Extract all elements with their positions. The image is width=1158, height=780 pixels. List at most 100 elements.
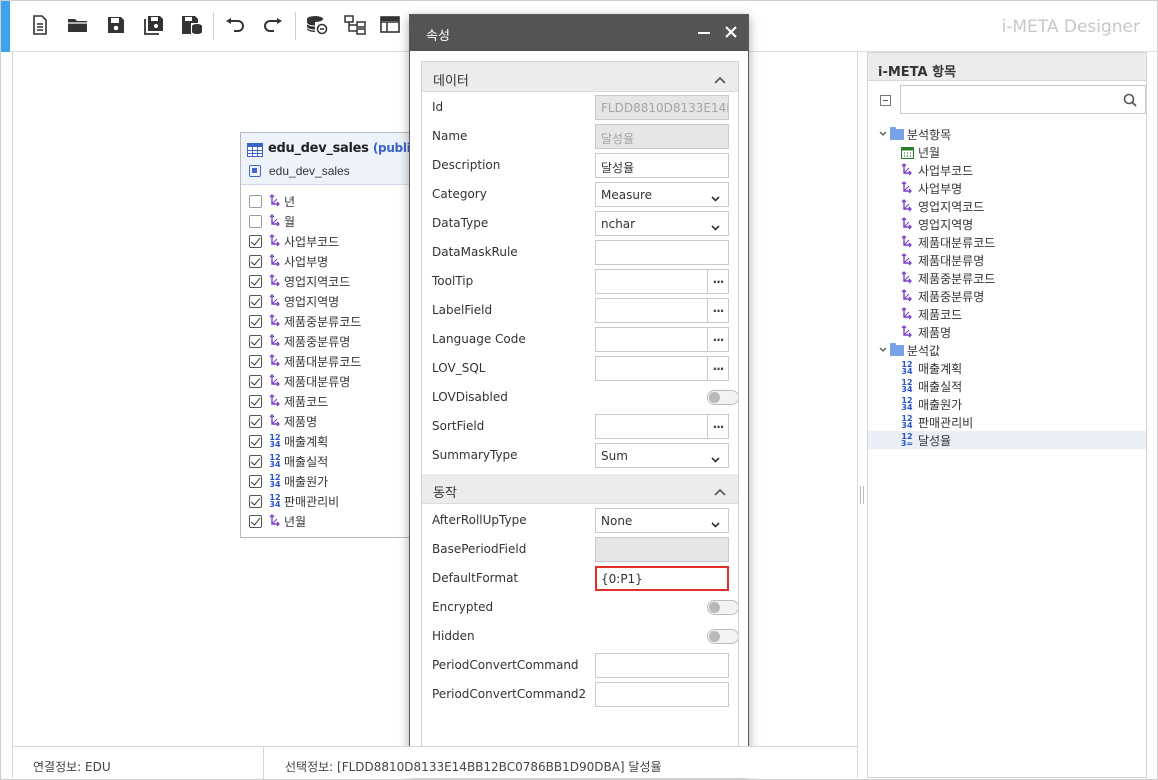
- column-row[interactable]: 월: [249, 211, 295, 231]
- tree-item[interactable]: 12 34 매출원가: [868, 395, 1146, 413]
- search-input[interactable]: [901, 86, 1111, 113]
- languagecode-field[interactable]: [595, 327, 729, 352]
- column-checkbox[interactable]: [249, 474, 262, 488]
- tree-item[interactable]: 제품대분류명: [868, 251, 1146, 269]
- undo-icon[interactable]: [222, 12, 248, 38]
- column-checkbox[interactable]: [249, 454, 262, 468]
- tree-item[interactable]: 제품명: [868, 323, 1146, 341]
- tree-item[interactable]: 영업지역명: [868, 215, 1146, 233]
- new-document-icon[interactable]: [27, 12, 53, 38]
- tree-item[interactable]: 영업지역코드: [868, 197, 1146, 215]
- column-row[interactable]: 제품대분류명: [249, 371, 350, 391]
- column-row[interactable]: 년월: [249, 511, 306, 531]
- periodconvert-field[interactable]: [595, 653, 729, 678]
- column-checkbox[interactable]: [249, 314, 262, 328]
- datatype-select[interactable]: nchar: [595, 211, 729, 236]
- chevron-down-icon[interactable]: [878, 347, 888, 353]
- column-row[interactable]: 영업지역코드: [249, 271, 350, 291]
- defaultformat-field[interactable]: {0:P1}: [595, 566, 729, 591]
- column-row[interactable]: 12 34 매출계획: [249, 431, 328, 451]
- tooltip-field[interactable]: [595, 269, 729, 294]
- column-checkbox[interactable]: [249, 374, 262, 388]
- table-select-toggle[interactable]: [249, 165, 261, 177]
- column-row[interactable]: 제품명: [249, 411, 317, 431]
- column-row[interactable]: 영업지역명: [249, 291, 339, 311]
- ellipsis-button[interactable]: [707, 415, 728, 438]
- table-entity[interactable]: edu_dev_sales (public) edu_dev_sales 년월사…: [240, 132, 430, 538]
- column-row[interactable]: 12 34 매출실적: [249, 451, 328, 471]
- datamaskrule-field[interactable]: [595, 240, 729, 265]
- summarytype-select[interactable]: Sum: [595, 443, 729, 468]
- periodconvert2-field[interactable]: [595, 682, 729, 707]
- encrypted-toggle[interactable]: [707, 600, 738, 615]
- chevron-up-icon[interactable]: [714, 73, 726, 87]
- tree-item[interactable]: 12 3= 달성율: [868, 431, 1146, 449]
- tree-item[interactable]: 12 34 판매관리비: [868, 413, 1146, 431]
- sortfield-field[interactable]: [595, 414, 729, 439]
- column-checkbox[interactable]: [249, 234, 262, 248]
- column-checkbox[interactable]: [249, 294, 262, 308]
- column-row[interactable]: 년: [249, 191, 295, 211]
- column-checkbox[interactable]: [249, 514, 262, 528]
- tree-item[interactable]: 제품중분류명: [868, 287, 1146, 305]
- column-row[interactable]: 제품중분류명: [249, 331, 350, 351]
- column-row[interactable]: 사업부코드: [249, 231, 339, 251]
- dialog-titlebar[interactable]: 속성: [410, 15, 748, 51]
- column-row[interactable]: 사업부명: [249, 251, 328, 271]
- tree-item[interactable]: 12 34 매출계획: [868, 359, 1146, 377]
- column-checkbox[interactable]: [249, 434, 262, 448]
- splitter-handle[interactable]: [860, 486, 864, 504]
- group-action[interactable]: 동작: [422, 474, 738, 504]
- column-checkbox[interactable]: [249, 274, 262, 288]
- column-checkbox[interactable]: [249, 254, 262, 268]
- column-row[interactable]: 제품코드: [249, 391, 328, 411]
- search-icon[interactable]: [1123, 93, 1137, 110]
- database-link-icon[interactable]: [304, 12, 330, 38]
- category-select[interactable]: Measure: [595, 182, 729, 207]
- save-icon[interactable]: [103, 12, 129, 38]
- tree-item[interactable]: 년월: [868, 143, 1146, 161]
- column-checkbox[interactable]: [249, 334, 262, 348]
- tree-item[interactable]: 제품코드: [868, 305, 1146, 323]
- chevron-down-icon[interactable]: [878, 131, 888, 137]
- hidden-toggle[interactable]: [707, 629, 738, 644]
- tree-item[interactable]: 사업부명: [868, 179, 1146, 197]
- lovdisabled-toggle[interactable]: [707, 390, 738, 405]
- column-checkbox[interactable]: [249, 214, 262, 228]
- table-filter-icon[interactable]: [378, 12, 404, 38]
- minimize-icon[interactable]: [698, 32, 710, 34]
- description-field[interactable]: 달성율: [595, 153, 729, 178]
- tree-item[interactable]: 제품대분류코드: [868, 233, 1146, 251]
- column-row[interactable]: 제품중분류코드: [249, 311, 361, 331]
- lovsql-field[interactable]: [595, 356, 729, 381]
- group-data[interactable]: 데이터: [422, 62, 738, 92]
- column-checkbox[interactable]: [249, 354, 262, 368]
- tree-item[interactable]: 12 34 매출실적: [868, 377, 1146, 395]
- column-checkbox[interactable]: [249, 394, 262, 408]
- open-folder-icon[interactable]: [65, 12, 91, 38]
- column-checkbox[interactable]: [249, 494, 262, 508]
- tree-folder-measures[interactable]: 분석값: [868, 341, 1146, 359]
- tree-folder-dimensions[interactable]: 분석항목: [868, 125, 1146, 143]
- column-checkbox[interactable]: [249, 414, 262, 428]
- collapse-all-icon[interactable]: [880, 95, 891, 106]
- column-row[interactable]: 12 34 매출원가: [249, 471, 328, 491]
- tree-item[interactable]: 사업부코드: [868, 161, 1146, 179]
- afterrollup-select[interactable]: None: [595, 508, 729, 533]
- redo-icon[interactable]: [260, 12, 286, 38]
- chevron-up-icon[interactable]: [714, 485, 726, 499]
- column-row[interactable]: 12 34 판매관리비: [249, 491, 339, 511]
- table-entity-header[interactable]: edu_dev_sales (public) edu_dev_sales: [241, 133, 429, 185]
- close-icon[interactable]: [724, 25, 738, 42]
- save-db-icon[interactable]: [179, 12, 205, 38]
- ellipsis-button[interactable]: [707, 328, 728, 351]
- column-row[interactable]: 제품대분류코드: [249, 351, 361, 371]
- save-all-icon[interactable]: [141, 12, 167, 38]
- ellipsis-button[interactable]: [707, 270, 728, 293]
- column-checkbox[interactable]: [249, 194, 262, 208]
- ellipsis-button[interactable]: [707, 357, 728, 380]
- hierarchy-icon[interactable]: [342, 12, 368, 38]
- labelfield-field[interactable]: [595, 298, 729, 323]
- ellipsis-button[interactable]: [707, 299, 728, 322]
- tree-item[interactable]: 제품중분류코드: [868, 269, 1146, 287]
